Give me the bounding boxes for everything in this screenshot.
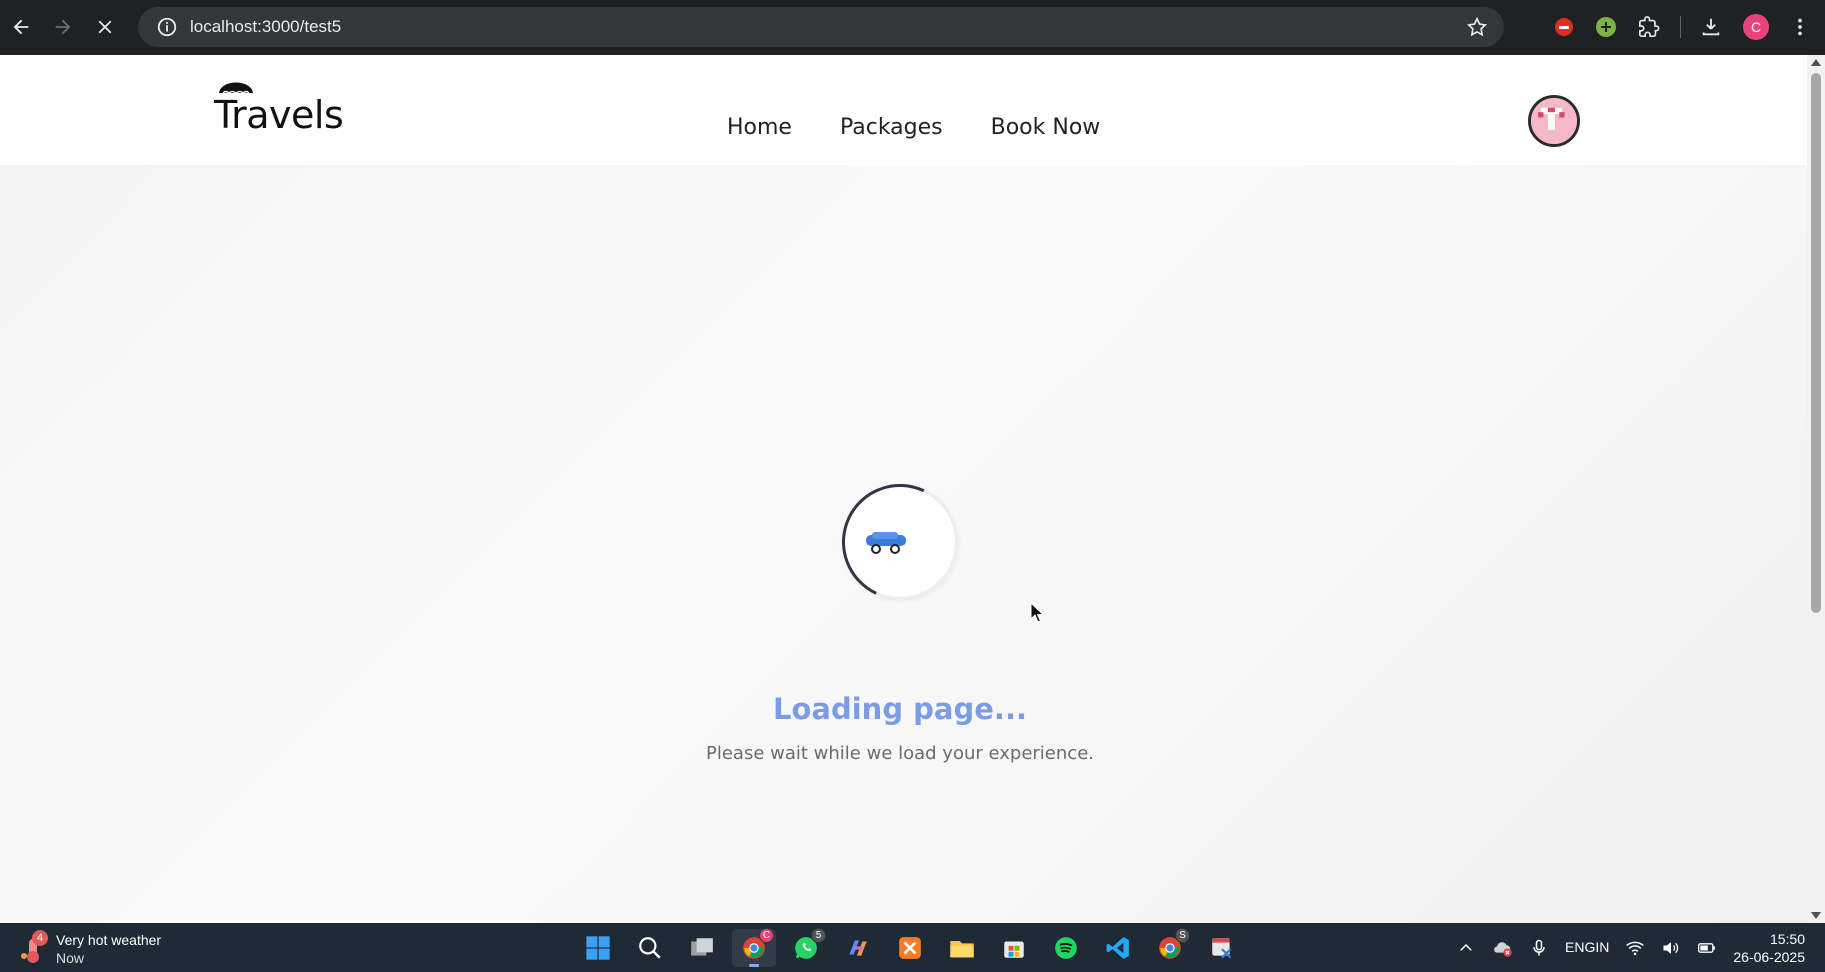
close-icon [98,20,112,34]
language-indicator[interactable]: ENG IN [1565,939,1609,956]
chrome-profile2-icon[interactable]: S [1148,928,1192,967]
scroll-down-arrow-icon[interactable] [1811,912,1821,919]
volume-icon[interactable] [1661,938,1681,958]
car-icon [866,532,906,554]
back-arrow-icon [13,19,29,35]
browser-menu-icon[interactable] [1787,14,1813,40]
whatsapp-badge: 5 [811,928,826,943]
spotify-icon[interactable] [1044,929,1088,967]
language-line2: IN [1595,939,1610,955]
windows-taskbar: 4 Very hot weather Now C 5 S ENG IN 15:5… [0,923,1825,972]
onedrive-error-icon[interactable] [1491,937,1513,959]
chrome-profile-badge: C [759,928,774,943]
microphone-icon[interactable] [1529,938,1549,958]
copilot-icon[interactable] [836,929,880,967]
loading-subtitle: Please wait while we load your experienc… [706,743,1094,764]
weather-subtitle: Now [56,950,85,966]
url-text[interactable]: localhost:3000/test5 [190,17,341,37]
forward-arrow-icon [55,19,71,35]
page-viewport: Travels Home Packages Book Now Loading p… [0,55,1807,923]
back-button[interactable] [0,6,42,48]
forward-button[interactable] [42,6,84,48]
xampp-icon[interactable] [888,929,932,967]
loading-title: Loading page... [773,692,1027,726]
weather-widget[interactable]: 4 Very hot weather Now [18,930,162,967]
weather-title: Very hot weather [56,932,162,948]
toolbar-divider [1680,16,1681,38]
battery-icon[interactable] [1697,938,1717,958]
browser-toolbar: localhost:3000/test5 C [0,0,1825,55]
ext-adblock-icon[interactable] [1551,14,1577,40]
language-line1: ENG [1565,939,1596,955]
mouse-cursor-icon [1030,602,1044,623]
profile-avatar[interactable]: C [1743,14,1769,40]
page-scrollbar[interactable] [1807,55,1825,923]
bookmark-star-icon[interactable] [1466,16,1488,38]
windows-start-icon[interactable] [576,929,620,967]
extensions-puzzle-icon[interactable] [1636,14,1662,40]
show-hidden-icons-icon[interactable] [1457,939,1475,957]
weather-badge: 4 [32,930,48,946]
file-explorer-icon[interactable] [940,929,984,967]
address-bar[interactable]: localhost:3000/test5 [138,7,1504,47]
snipping-tool-icon[interactable] [1200,929,1244,967]
ext-plus-icon[interactable] [1593,14,1619,40]
clock-date: 26-06-2025 [1733,948,1805,965]
downloads-icon[interactable] [1698,14,1724,40]
task-view-icon[interactable] [680,929,724,967]
clock[interactable]: 15:50 26-06-2025 [1733,930,1805,966]
chrome2-profile-badge: S [1175,928,1190,943]
microsoft-store-icon[interactable] [992,929,1036,967]
scroll-thumb[interactable] [1811,73,1821,613]
scroll-up-arrow-icon[interactable] [1811,59,1821,66]
wifi-icon[interactable] [1625,938,1645,958]
vscode-icon[interactable] [1096,929,1140,967]
loading-screen: Loading page... Please wait while we loa… [0,55,1807,923]
whatsapp-icon[interactable]: 5 [784,928,828,967]
clock-time: 15:50 [1769,930,1805,947]
thermometer-icon: 4 [18,930,48,964]
site-info-icon[interactable] [156,16,178,38]
search-icon[interactable] [628,929,672,967]
chrome-app-icon[interactable]: C [732,928,776,967]
system-tray: ENG IN 15:50 26-06-2025 [1449,923,1825,972]
stop-loading-button[interactable] [84,6,126,48]
taskbar-apps: C 5 S [576,928,1244,967]
